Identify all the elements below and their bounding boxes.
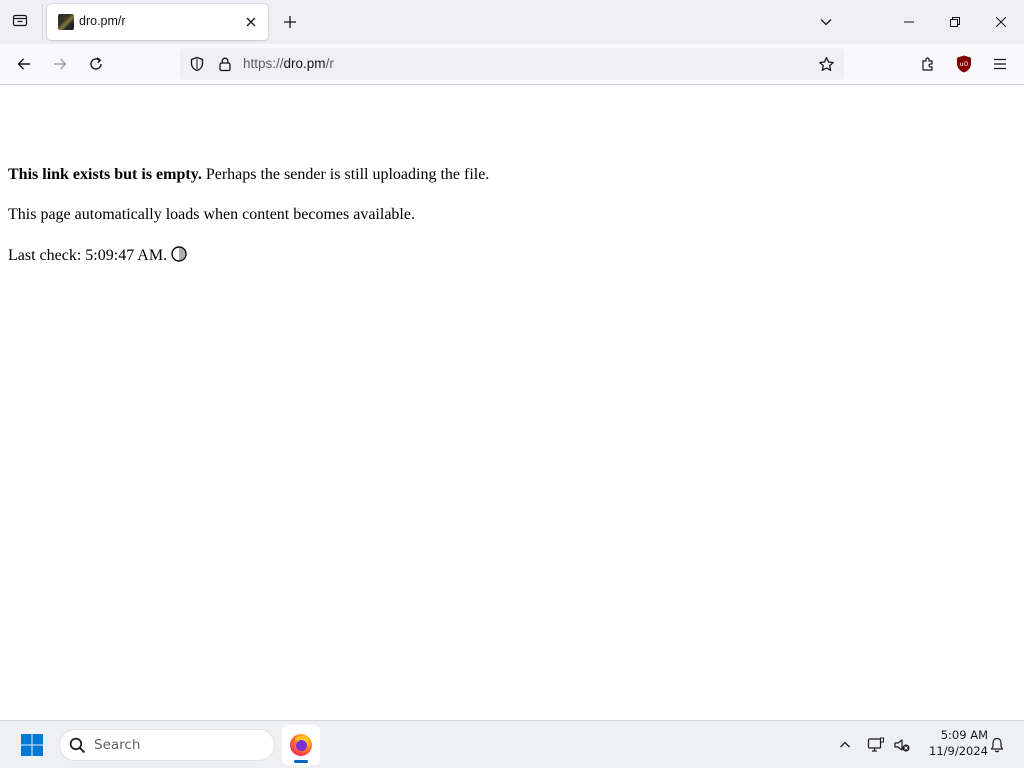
url-scheme: https:// [243,56,284,71]
window-close-button[interactable] [978,0,1024,44]
windows-logo-icon [21,734,43,756]
bookmark-star-button[interactable] [816,54,836,74]
empty-link-explanation: Perhaps the sender is still uploading th… [201,166,490,183]
taskbar-search-box[interactable]: Search [59,729,275,761]
reload-button[interactable] [80,48,112,80]
bell-icon [990,737,1004,753]
reload-icon [90,57,102,70]
plus-icon [284,16,296,28]
app-menu-button[interactable] [984,48,1016,80]
list-all-tabs-button[interactable] [4,6,36,38]
ublock-icon: uO [957,55,971,73]
url-path: /r [325,56,334,71]
running-indicator [294,760,308,763]
clock-date: 11/9/2024 [929,744,988,758]
taskbar: Search 5:09 AM 11/9/2024 [0,720,1024,768]
navigation-toolbar: https://dro.pm/r uO [0,44,1024,85]
empty-link-message: This link exists but is empty. Perhaps t… [8,166,489,184]
tab-close-button[interactable] [241,12,261,32]
shield-icon[interactable] [188,55,206,73]
last-check-label: Last check: [8,247,82,264]
svg-text:uO: uO [960,61,969,68]
close-icon [996,17,1006,27]
taskbar-firefox-button[interactable] [282,725,320,765]
arrow-right-icon [54,58,67,70]
network-icon [867,737,884,752]
star-icon [818,56,834,71]
url-host: dro.pm [283,56,326,71]
speaker-muted-icon [894,739,910,752]
tab-list-icon [12,12,28,33]
lock-icon[interactable] [216,55,234,73]
web-page: This link exists but is empty. Perhaps t… [0,85,1024,720]
minimize-icon [904,21,914,23]
tab-overflow-button[interactable] [810,6,842,38]
url-text[interactable]: https://dro.pm/r [243,56,334,71]
extensions-button[interactable] [912,48,944,80]
auto-load-message: This page automatically loads when conte… [8,206,415,223]
empty-link-heading: This link exists but is empty. [8,166,202,183]
tab-divider [42,4,43,40]
tab-title: dro.pm/r [79,14,126,28]
window-minimize-button[interactable] [886,0,932,44]
window-restore-button[interactable] [932,0,978,44]
taskbar-clock[interactable]: 5:09 AM 11/9/2024 [918,727,988,759]
forward-button[interactable] [44,48,76,80]
network-status-button[interactable] [863,731,889,759]
search-placeholder: Search [94,737,141,753]
last-check-time: 5:09:47 AM. [85,247,168,264]
hamburger-icon [994,58,1006,70]
last-check-line: Last check: 5:09:47 AM. [8,246,187,267]
new-tab-button[interactable] [274,6,306,38]
tab-strip: dro.pm/r [0,0,1024,44]
arrow-left-icon [17,58,30,70]
ublock-origin-button[interactable]: uO [948,48,980,80]
site-favicon [58,14,74,30]
restore-icon [950,17,960,27]
notifications-button[interactable] [984,731,1010,759]
loading-spinner-icon [171,246,187,267]
chevron-up-icon [840,741,850,748]
address-bar[interactable]: https://dro.pm/r [180,48,844,80]
back-button[interactable] [8,48,40,80]
puzzle-icon [922,57,933,71]
search-icon [68,736,86,754]
volume-button[interactable] [889,731,915,759]
start-button[interactable] [12,727,52,763]
firefox-icon [290,734,312,756]
clock-time: 5:09 AM [940,728,988,742]
close-icon [246,17,256,27]
show-hidden-icons-button[interactable] [832,731,858,759]
chevron-down-icon [820,19,832,26]
tab-active[interactable]: dro.pm/r [47,4,268,40]
